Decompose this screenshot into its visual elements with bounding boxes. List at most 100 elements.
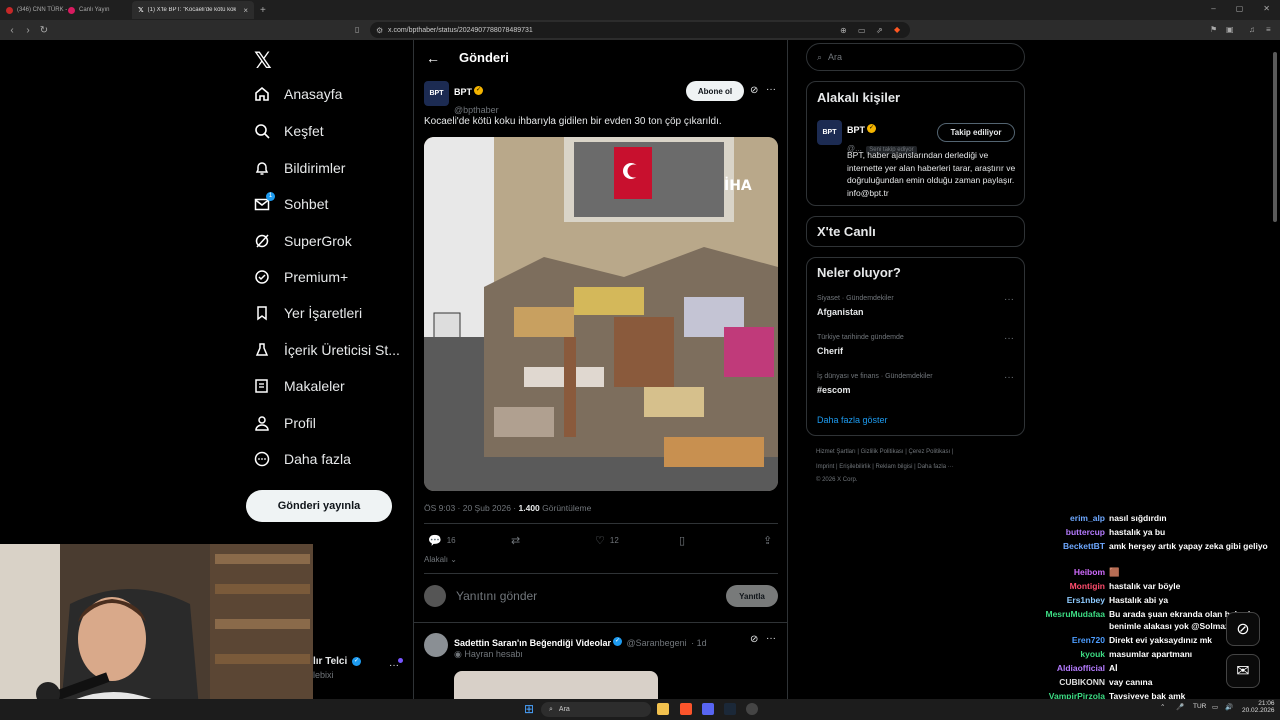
mail-icon[interactable]: ✉	[1226, 654, 1260, 688]
verified-badge-icon: ✓	[867, 124, 876, 134]
next-author-name[interactable]: Sadettin Saran'ın Beğendiği Videolar	[454, 638, 611, 648]
search-box[interactable]: ⌕ Ara	[806, 43, 1025, 71]
nav-item-chat[interactable]: 1 Sohbet	[254, 192, 328, 212]
x-logo-icon[interactable]: 𝕏	[254, 48, 272, 74]
chat-text: hastalık ya bu	[1109, 527, 1166, 537]
taskbar-search[interactable]: ⌕ Ara	[541, 702, 651, 717]
post-button[interactable]: Gönderi yayınla	[246, 490, 392, 522]
bookmark-icon	[254, 305, 270, 321]
share-icon[interactable]: ⇗	[876, 26, 883, 35]
reply-icon: 💬	[428, 535, 442, 547]
browser-tab[interactable]: Canlı Yayın	[62, 1, 132, 19]
nav-item-articles[interactable]: Makaleler	[254, 378, 345, 394]
like-action[interactable]: ♡ 12	[595, 534, 619, 547]
volume-icon[interactable]: 🔊	[1225, 703, 1233, 711]
clock[interactable]: 21:06 20.02.2026	[1242, 700, 1275, 714]
more-options-icon[interactable]: ···	[766, 633, 776, 644]
media-icon[interactable]: ♫	[1249, 25, 1255, 34]
steam-icon[interactable]	[724, 703, 736, 715]
minimize-icon[interactable]: –	[1211, 4, 1215, 13]
pin-icon[interactable]: ⊘	[1226, 612, 1260, 646]
author-avatar[interactable]: BPT	[424, 81, 449, 106]
grok-explain-icon[interactable]: ⊘	[750, 85, 758, 96]
bookmark-page-icon[interactable]: ▯	[355, 25, 359, 34]
footer-links[interactable]: Hizmet Şartları | Gizlilik Politikası | …	[816, 449, 953, 455]
following-button[interactable]: Takip ediliyor	[937, 123, 1015, 142]
nav-item-premium[interactable]: Premium+	[254, 269, 348, 285]
url-field[interactable]: ⚙ x.com/bpthaber/status/2024907788078489…	[370, 22, 910, 38]
new-tab-button[interactable]: +	[254, 5, 272, 16]
mail-icon: 1	[254, 192, 275, 212]
subscribe-button[interactable]: Abone ol	[686, 81, 744, 101]
scrollbar[interactable]	[1272, 40, 1278, 700]
more-options-icon[interactable]: ···	[766, 84, 776, 95]
account-name[interactable]: lır Telci ✓	[313, 656, 362, 667]
browser-tab-active[interactable]: 𝕏 (1) X'te BPT: "Kocaeli'de kötü koku ×	[132, 1, 254, 19]
file-explorer-icon[interactable]	[657, 703, 669, 715]
nav-item-supergrok[interactable]: SuperGrok	[254, 233, 352, 249]
avatar	[424, 585, 446, 607]
cast-icon[interactable]: ▭	[858, 26, 866, 35]
discord-icon[interactable]	[702, 703, 714, 715]
heart-icon: ♡	[595, 535, 605, 547]
back-icon[interactable]: ‹	[4, 25, 20, 36]
page-title: Gönderi	[459, 50, 509, 65]
extensions-icon[interactable]: ⚑	[1210, 25, 1217, 34]
fan-account-icon: ◉	[454, 649, 462, 659]
reply-action[interactable]: 💬 16	[428, 534, 456, 547]
person-avatar[interactable]: BPT	[817, 120, 842, 145]
tray-chevron-icon[interactable]: ⌃	[1160, 703, 1165, 711]
scrollbar-thumb[interactable]	[1273, 52, 1277, 222]
reply-input[interactable]: Yanıtını gönder	[456, 589, 537, 603]
obs-icon[interactable]	[746, 703, 758, 715]
network-icon[interactable]: ▭	[1212, 703, 1218, 711]
chat-text: Hastalık abi ya	[1109, 595, 1169, 605]
more-options-icon[interactable]: ···	[1004, 372, 1014, 383]
x-live-panel[interactable]: X'te Canlı	[806, 216, 1025, 247]
webcam-overlay	[0, 544, 313, 720]
brave-icon[interactable]	[680, 703, 692, 715]
windows-start-icon[interactable]: ⊞	[524, 702, 534, 716]
forward-icon[interactable]: ›	[20, 25, 36, 36]
live-icon	[68, 6, 75, 14]
articles-icon	[254, 378, 270, 394]
avatar[interactable]	[424, 633, 448, 657]
nav-item-notifications[interactable]: Bildirimler	[254, 160, 345, 176]
next-author-handle[interactable]: @Saranbegeni	[626, 638, 686, 648]
post-video[interactable]: İHA	[424, 137, 778, 491]
show-more-link[interactable]: Daha fazla göster	[817, 415, 888, 425]
more-options-icon[interactable]: ···	[1004, 333, 1014, 344]
sidebar-icon[interactable]: ▣	[1226, 25, 1234, 34]
site-info-icon[interactable]: ⚙	[376, 26, 383, 35]
reload-icon[interactable]: ↻	[36, 25, 52, 36]
grok-explain-icon[interactable]: ⊘	[750, 634, 758, 645]
nav-item-more[interactable]: Daha fazla	[254, 451, 351, 467]
related-toggle[interactable]: Alakalı ⌄	[424, 555, 457, 564]
nav-item-explore[interactable]: Keşfet	[254, 123, 324, 139]
post-text: Kocaeli'de kötü koku ihbarıyla gidilen b…	[424, 116, 722, 127]
chat-username: Montigin	[1069, 581, 1105, 591]
author-handle[interactable]: @bpthaber	[454, 105, 499, 115]
zoom-icon[interactable]: ⊕	[840, 26, 847, 35]
close-icon[interactable]: ×	[243, 6, 248, 15]
search-icon	[254, 123, 270, 139]
author-name[interactable]: BPT	[454, 87, 472, 97]
maximize-icon[interactable]: ▢	[1236, 4, 1244, 13]
nav-item-bookmarks[interactable]: Yer İşaretleri	[254, 305, 362, 321]
language-indicator[interactable]: TUR	[1193, 703, 1206, 710]
bookmark-action[interactable]: ▯	[679, 534, 685, 547]
more-options-icon[interactable]: ···	[1004, 294, 1014, 305]
close-window-icon[interactable]: ✕	[1263, 4, 1270, 13]
brave-shield-icon[interactable]: ◆	[894, 25, 900, 34]
nav-item-home[interactable]: Anasayfa	[254, 86, 342, 102]
reply-button[interactable]: Yanıtla	[726, 585, 778, 607]
nav-item-profile[interactable]: Profil	[254, 415, 316, 431]
repost-action[interactable]: ⇄	[511, 534, 520, 547]
nav-item-creator-studio[interactable]: İçerik Üreticisi St...	[254, 342, 400, 358]
chat-username: Eren720	[1071, 635, 1105, 645]
share-action[interactable]: ⇪	[763, 534, 772, 547]
menu-icon[interactable]: ≡	[1266, 25, 1271, 34]
chat-text: 🟫	[1109, 567, 1120, 577]
footer-links[interactable]: Imprint | Erişilebilirlik | Reklam bilgi…	[816, 464, 954, 470]
back-arrow-icon[interactable]: ←	[426, 50, 440, 66]
